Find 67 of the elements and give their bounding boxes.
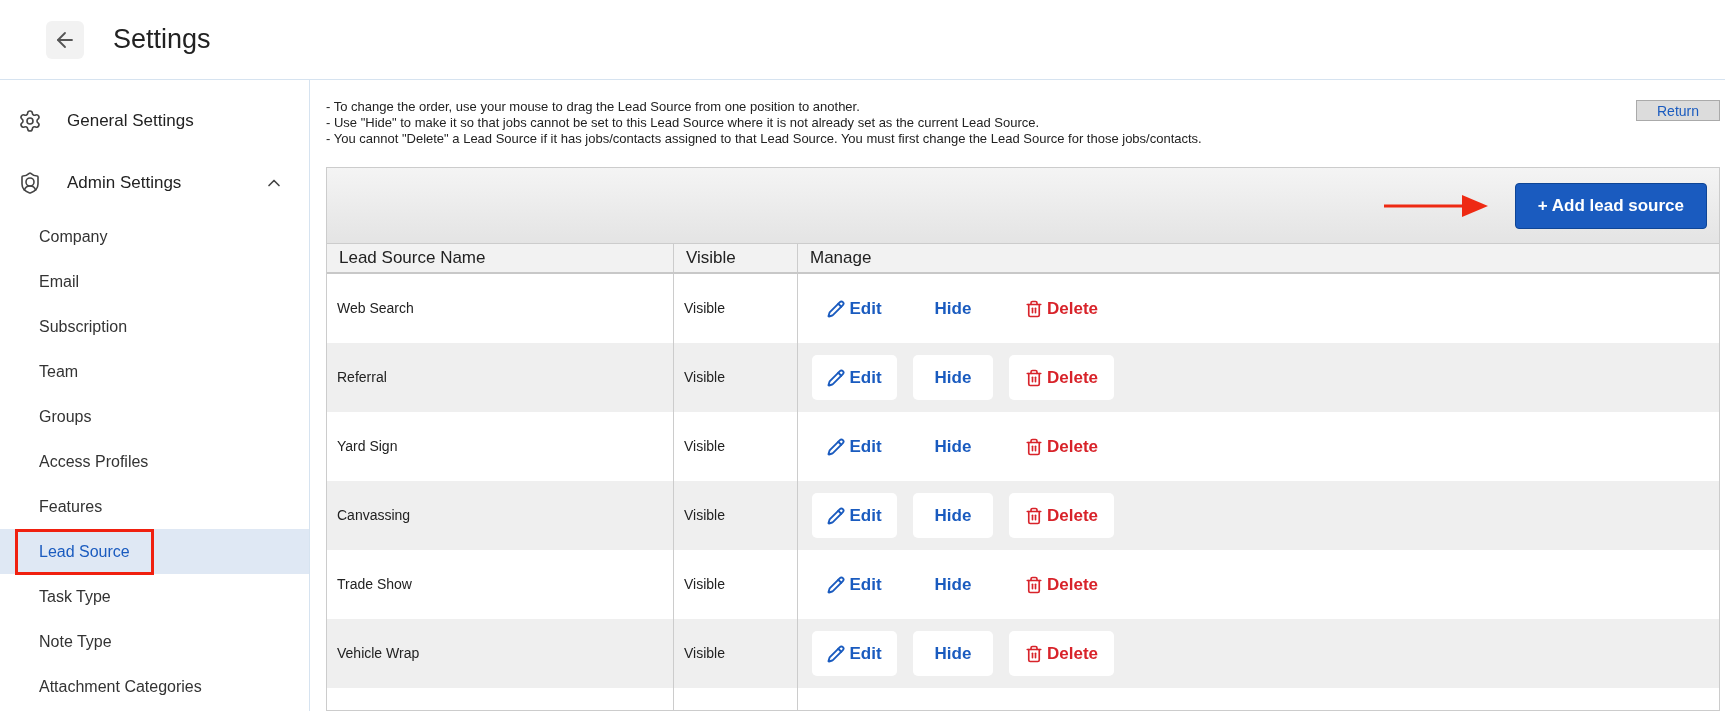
sidebar-item[interactable]: Subscription bbox=[15, 303, 152, 350]
table-cell-text: Trade Show bbox=[337, 575, 412, 594]
trash-icon bbox=[1025, 644, 1043, 663]
table-cell-text: Referral bbox=[337, 368, 387, 387]
hide-button[interactable]: Hide bbox=[913, 286, 993, 331]
edit-button[interactable]: Edit bbox=[812, 286, 897, 331]
hide-button[interactable]: Hide bbox=[913, 424, 993, 469]
sidebar-item[interactable]: Email bbox=[15, 258, 103, 305]
column-header: Manage bbox=[809, 247, 873, 270]
delete-button[interactable]: Delete bbox=[1009, 355, 1114, 400]
table-cell-text: Visible bbox=[684, 644, 725, 663]
sidebar-item[interactable]: Task Type bbox=[15, 573, 135, 620]
trash-icon bbox=[1025, 299, 1043, 318]
sidebar-item[interactable]: Groups bbox=[15, 393, 116, 440]
table-cell-text: Visible bbox=[684, 506, 725, 525]
trash-icon bbox=[1025, 368, 1043, 387]
column-header: Visible bbox=[674, 244, 798, 272]
edit-button[interactable]: Edit bbox=[812, 493, 897, 538]
trash-icon bbox=[1025, 575, 1043, 594]
add-lead-source-button[interactable]: + Add lead source bbox=[1514, 182, 1707, 229]
edit-button[interactable]: Edit bbox=[812, 424, 897, 469]
delete-button[interactable]: Delete bbox=[1009, 493, 1114, 538]
shield-icon bbox=[18, 171, 42, 195]
hide-button[interactable]: Hide bbox=[913, 493, 993, 538]
sidebar-item[interactable]: Admin Settings bbox=[0, 152, 309, 214]
instruction-text: - You cannot "Delete" a Lead Source if it has jobs/contacts assigned to that Lead Source. You must first change the Lead Source for those jobs/contacts. bbox=[326, 131, 1203, 147]
table-cell-text: Visible bbox=[684, 437, 725, 456]
pencil-icon bbox=[827, 299, 846, 318]
sidebar-item[interactable]: Lead Source bbox=[15, 528, 154, 575]
column-header: Lead Source Name bbox=[327, 244, 674, 272]
table-cell-text: Yard Sign bbox=[337, 437, 398, 456]
edit-button[interactable]: Edit bbox=[812, 562, 897, 607]
hide-button[interactable]: Hide bbox=[913, 631, 993, 676]
edit-button[interactable]: Edit bbox=[812, 631, 897, 676]
delete-button[interactable]: Delete bbox=[1009, 424, 1114, 469]
pencil-icon bbox=[827, 506, 846, 525]
hide-button[interactable]: Hide bbox=[913, 562, 993, 607]
delete-button[interactable]: Delete bbox=[1009, 562, 1114, 607]
back-button[interactable] bbox=[46, 20, 84, 59]
table-cell-text: Visible bbox=[684, 299, 725, 318]
page-title: Settings bbox=[113, 23, 211, 57]
table-cell-text: Visible bbox=[684, 575, 725, 594]
pencil-icon bbox=[827, 575, 846, 594]
table-cell-text: Visible bbox=[684, 368, 725, 387]
trash-icon bbox=[1025, 506, 1043, 525]
sidebar-item[interactable]: Attachment Categories bbox=[15, 663, 226, 710]
gear-icon bbox=[18, 109, 42, 133]
delete-button[interactable]: Delete bbox=[1009, 631, 1114, 676]
instruction-text: - Use "Hide" to make it so that jobs cannot be set to this Lead Source where it is not already set as the current Lead Source. bbox=[326, 115, 1041, 131]
instruction-text: - To change the order, use your mouse to drag the Lead Source from one position to another. bbox=[326, 99, 861, 115]
pencil-icon bbox=[827, 368, 846, 387]
sidebar-item[interactable]: Company bbox=[15, 213, 132, 260]
hide-button[interactable]: Hide bbox=[913, 355, 993, 400]
sidebar-item[interactable]: Access Profiles bbox=[15, 438, 173, 485]
table-cell-text: Web Search bbox=[337, 299, 414, 318]
table-cell-text: Vehicle Wrap bbox=[337, 644, 420, 663]
sidebar-item[interactable]: General Settings bbox=[0, 90, 309, 152]
sidebar-item[interactable]: Team bbox=[15, 348, 103, 395]
pencil-icon bbox=[827, 644, 846, 663]
sidebar-item[interactable]: Note Type bbox=[15, 618, 136, 665]
pencil-icon bbox=[827, 437, 846, 456]
delete-button[interactable]: Delete bbox=[1009, 286, 1114, 331]
return-button[interactable]: Return bbox=[1636, 100, 1720, 121]
sidebar-item[interactable]: Features bbox=[15, 483, 127, 530]
edit-button[interactable]: Edit bbox=[812, 355, 897, 400]
table-cell-text: Canvassing bbox=[337, 506, 411, 525]
trash-icon bbox=[1025, 437, 1043, 456]
